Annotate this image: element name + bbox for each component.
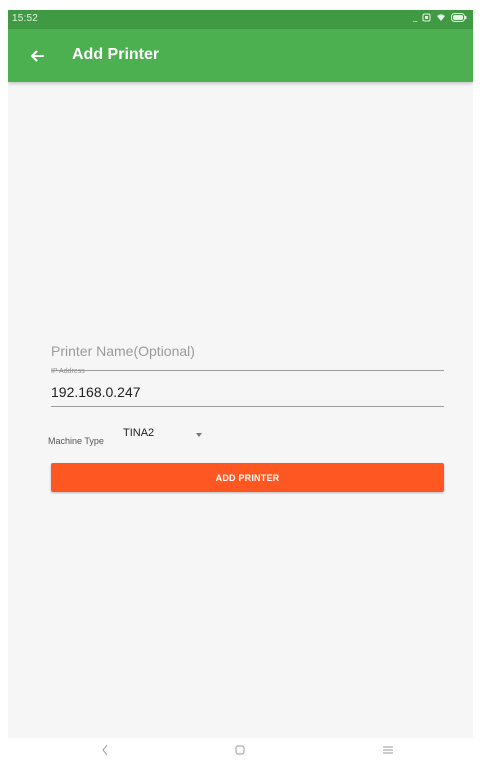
app-screen: 15:52 ... Add Printer Printer Name(Optio… bbox=[8, 10, 473, 738]
status-time: 15:52 bbox=[12, 13, 39, 24]
ip-address-field: IP Address bbox=[51, 368, 444, 407]
ip-address-input[interactable] bbox=[51, 384, 444, 400]
app-bar: Add Printer bbox=[8, 29, 473, 82]
navigation-bar bbox=[0, 738, 481, 762]
status-icons: ... bbox=[412, 13, 467, 25]
wifi-icon bbox=[436, 13, 446, 25]
menu-icon bbox=[383, 746, 393, 754]
nav-home-button[interactable] bbox=[233, 743, 247, 757]
device-frame: 15:52 ... Add Printer Printer Name(Optio… bbox=[0, 0, 481, 762]
machine-type-dropdown[interactable]: TINA2 bbox=[123, 425, 213, 445]
back-button[interactable] bbox=[24, 43, 50, 69]
more-dots-icon: ... bbox=[412, 14, 417, 24]
back-icon bbox=[102, 744, 108, 756]
machine-type-label: Machine Type bbox=[48, 436, 104, 446]
page-title: Add Printer bbox=[72, 46, 160, 63]
printer-name-field bbox=[51, 340, 444, 371]
nav-menu-button[interactable] bbox=[381, 743, 395, 757]
status-bar: 15:52 ... bbox=[8, 10, 473, 29]
add-printer-button[interactable]: ADD PRINTER bbox=[51, 463, 444, 492]
nav-back-button[interactable] bbox=[98, 743, 112, 757]
dropdown-arrow-icon bbox=[196, 433, 202, 437]
sim-icon bbox=[422, 13, 431, 25]
arrow-left-icon bbox=[31, 50, 44, 62]
home-icon bbox=[235, 745, 245, 755]
ip-address-label: IP Address bbox=[51, 368, 85, 375]
printer-name-input[interactable] bbox=[51, 343, 444, 359]
machine-type-value: TINA2 bbox=[123, 427, 155, 439]
battery-icon bbox=[451, 13, 467, 25]
